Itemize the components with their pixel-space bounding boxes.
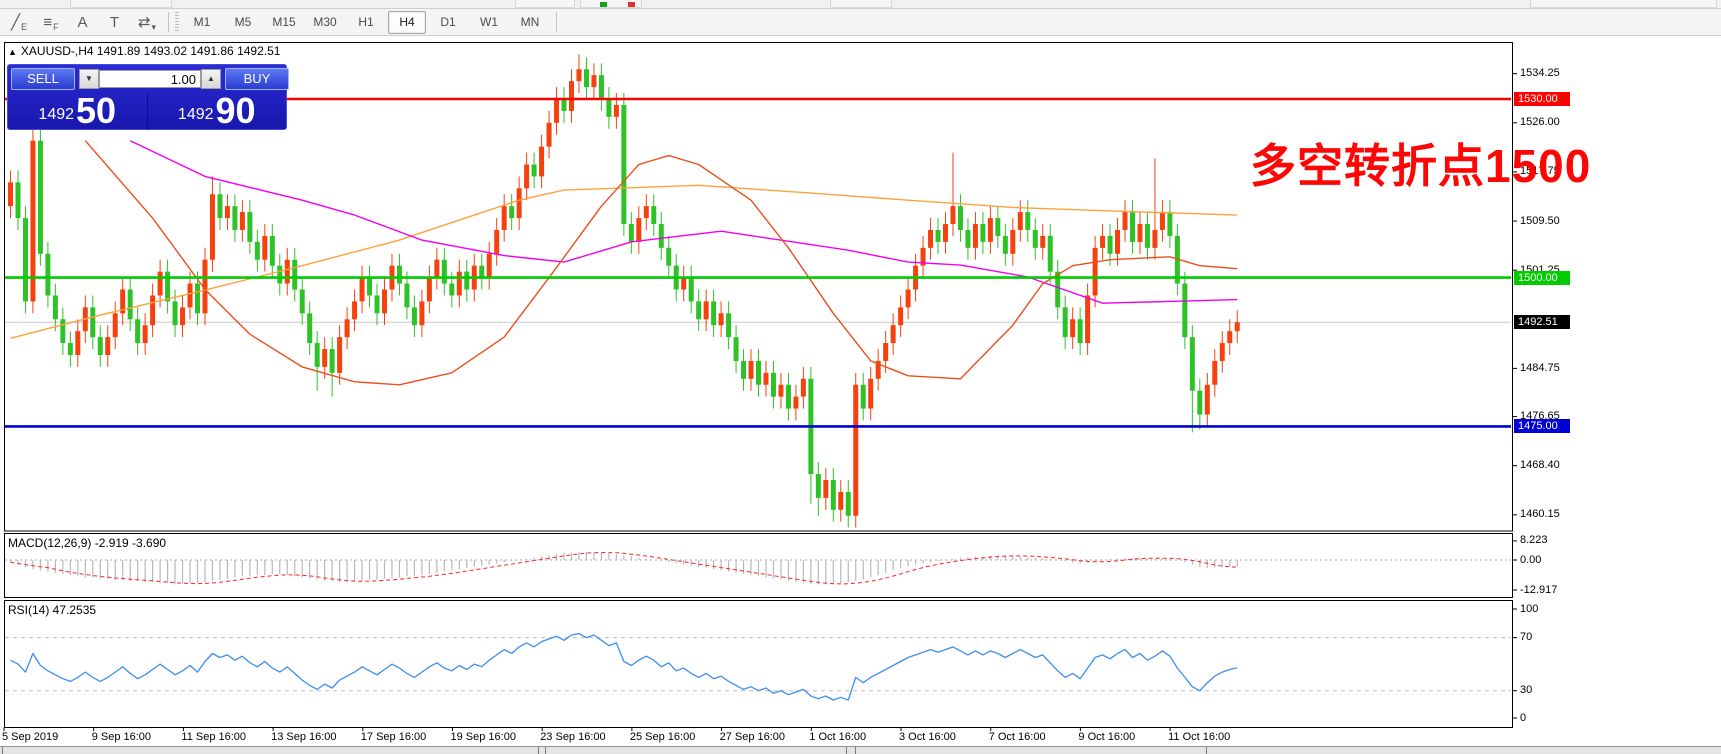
time-axis-label: 3 Oct 16:00	[899, 731, 956, 743]
time-axis-label: 9 Sep 16:00	[91, 731, 152, 743]
time-axis-label: 1 Oct 16:00	[809, 731, 867, 743]
hline-badge-1530.00: 1530.00	[1514, 92, 1570, 106]
sell-price-big: 1492	[38, 106, 75, 123]
chart-ohlc-header: ▲ XAUUSD-,H4 1491.89 1493.02 1491.86 1492…	[8, 44, 280, 58]
macd-axis-0.00: 0.00	[1520, 553, 1542, 566]
rsi-axis-30: 30	[1520, 684, 1533, 697]
one-click-trade-panel: SELL ▼ ▲ BUY 1492 50 1492 90	[7, 64, 289, 130]
time-axis-label: 27 Sep 16:00	[719, 731, 786, 743]
time-axis-label: 17 Sep 16:00	[360, 731, 427, 743]
time-axis-label: 7 Oct 16:00	[988, 731, 1046, 743]
sell-price-button[interactable]: 1492 50	[8, 92, 148, 130]
price-tick-1484.75: 1484.75	[1520, 361, 1560, 374]
current-price-badge: 1492.51	[1514, 315, 1570, 330]
buy-price-button[interactable]: 1492 90	[148, 92, 287, 130]
ma-fast-red	[84, 140, 1238, 386]
ohlc-text: XAUUSD-,H4 1491.89 1493.02 1491.86 1492.…	[20, 44, 281, 58]
rsi-label: RSI(14) 47.2535	[8, 603, 97, 617]
time-axis-label: 5 Sep 2019	[2, 731, 59, 743]
macd-axis--12.917: -12.917	[1520, 583, 1558, 596]
macd-axis-8.223: 8.223	[1520, 534, 1548, 547]
time-axis-label: 11 Oct 16:00	[1168, 731, 1231, 743]
price-tick-1534.25: 1534.25	[1520, 67, 1560, 80]
time-axis-label: 9 Oct 16:00	[1078, 731, 1136, 743]
time-axis-label: 25 Sep 16:00	[629, 731, 696, 743]
price-tick-1468.40: 1468.40	[1520, 459, 1560, 472]
rsi-pane[interactable]	[5, 632, 1511, 701]
collapse-arrow-icon[interactable]: ▲	[8, 47, 17, 57]
rsi-axis-100: 100	[1520, 602, 1539, 615]
price-tick-1460.15: 1460.15	[1520, 508, 1560, 521]
time-axis-label: 11 Sep 16:00	[181, 731, 247, 743]
volume-down-button[interactable]: ▼	[79, 69, 99, 89]
buy-button[interactable]: BUY	[225, 68, 289, 90]
volume-input[interactable]	[99, 70, 201, 88]
volume-up-button[interactable]: ▲	[201, 69, 221, 89]
macd-label: MACD(12,26,9) -2.919 -3.690	[8, 536, 167, 550]
time-axis-label: 23 Sep 16:00	[540, 731, 606, 743]
buy-price-pips: 90	[215, 90, 256, 131]
buy-price-big: 1492	[177, 106, 214, 123]
sell-button[interactable]: SELL	[11, 68, 75, 90]
hline-badge-1475.00: 1475.00	[1514, 419, 1570, 434]
time-axis-label: 19 Sep 16:00	[450, 731, 516, 743]
price-tick-1526.00: 1526.00	[1520, 116, 1560, 129]
price-tick-1509.50: 1509.50	[1520, 214, 1560, 227]
volume-stepper: ▼ ▲	[79, 69, 221, 89]
chart-annotation-text: 多空转折点1500	[1250, 140, 1592, 192]
macd-pane[interactable]	[5, 551, 1511, 585]
rsi-axis-70: 70	[1520, 631, 1533, 644]
hline-badge-1500.00: 1500.00	[1514, 270, 1570, 285]
mt4-window: ╱ E ≡ F A T ⇄ ▾ M1 M5 M15 M30 H1 H4 D1 W1 MN ▲ XAUUSD-,H…	[0, 0, 1721, 754]
sell-price-pips: 50	[76, 90, 117, 131]
rsi-axis-0: 0	[1520, 711, 1527, 724]
status-strip	[0, 746, 1721, 754]
time-axis-label: 13 Sep 16:00	[271, 731, 337, 743]
